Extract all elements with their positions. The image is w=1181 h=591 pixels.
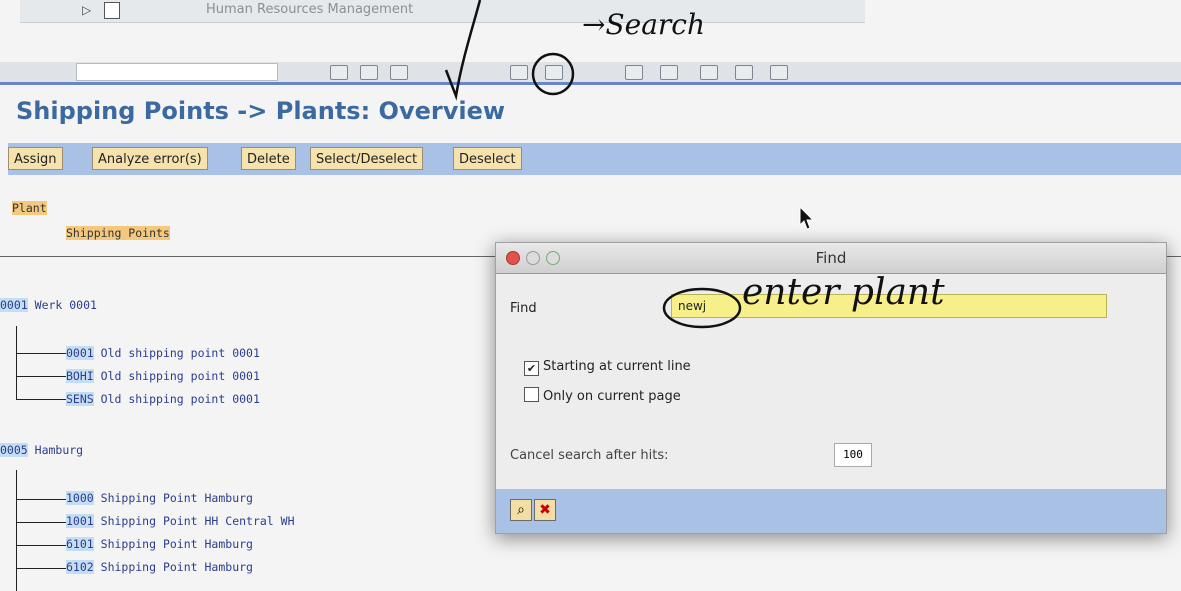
annotation-ink bbox=[444, 0, 742, 329]
